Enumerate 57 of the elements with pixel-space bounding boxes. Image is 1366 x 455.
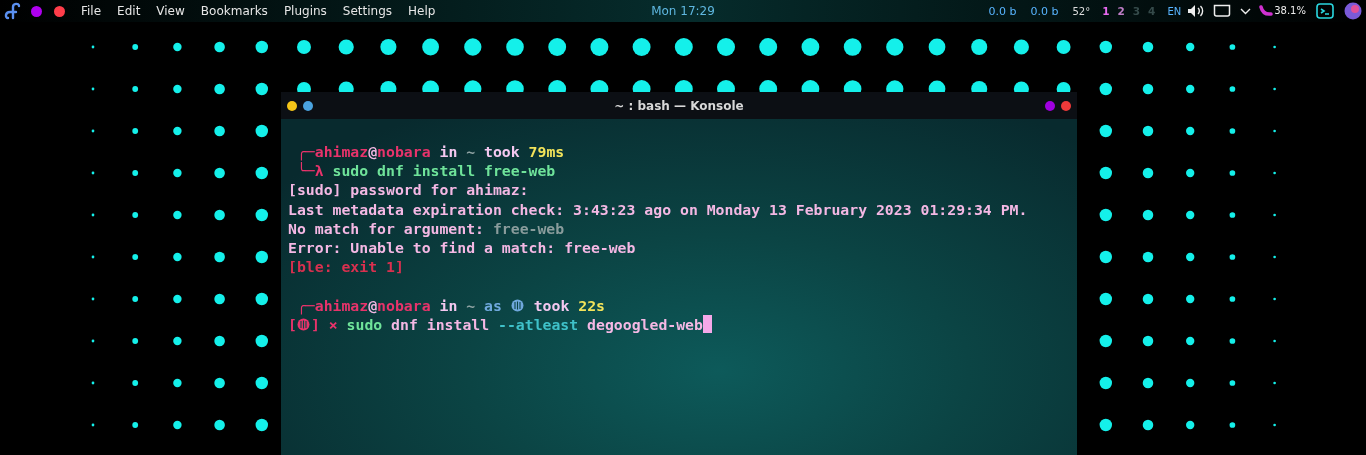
app-logo-icon[interactable] — [4, 2, 22, 20]
terminal-text: 79ms — [528, 142, 565, 162]
terminal-text: dnf install — [391, 314, 491, 334]
terminal-text: in — [438, 142, 459, 162]
menu-item[interactable]: View — [148, 4, 193, 18]
terminal-text: --atleast — [498, 314, 580, 334]
terminal-text: ~ — [466, 295, 476, 315]
terminal-text: Error: Unable to find a match: free-web — [288, 237, 636, 258]
keyboard-layout-button[interactable]: EN — [1167, 5, 1182, 17]
terminal-text: [sudo] password for ahimaz: — [288, 180, 529, 200]
avatar-icon[interactable] — [1344, 2, 1362, 20]
terminal-text: took — [532, 295, 571, 315]
battery-text: 38.1% — [1274, 5, 1306, 16]
terminal-text: Last metadata expiration check: 3:43:23 ago on Monday 13 February 2023 01:29:34 PM. — [288, 199, 1028, 219]
battery-arc-icon — [1259, 5, 1274, 17]
terminal-text: No match for argument: — [288, 218, 485, 238]
terminal-icon[interactable] — [1316, 2, 1334, 20]
network-download-text: 0.0 b — [988, 4, 1017, 18]
terminal-text: nobara — [377, 142, 431, 162]
minimize-icon[interactable] — [287, 100, 297, 111]
terminal-text: ~ — [466, 142, 476, 162]
terminal-text: took — [483, 142, 521, 162]
terminal-text: sudo — [346, 315, 384, 334]
terminal-text: as — [483, 295, 503, 315]
maximize-icon[interactable] — [303, 100, 313, 111]
menu-item[interactable]: Help — [400, 4, 444, 18]
network-upload-text: 0.0 b — [1030, 4, 1059, 18]
terminal-text: free-web — [492, 218, 565, 238]
terminal-text: [ble: exit 1] — [288, 257, 404, 277]
terminal-text: ] × — [310, 315, 339, 334]
menu-item[interactable]: Plugins — [275, 4, 335, 18]
terminal-text: ╭─ahimaz — [295, 295, 369, 315]
monitor-icon[interactable] — [1213, 4, 1232, 18]
terminal-text: in — [438, 295, 459, 315]
menu-item[interactable]: Edit — [109, 4, 149, 18]
terminal-text: nobara — [377, 295, 431, 315]
terminal-text: @ — [368, 142, 378, 160]
app-indicator-icon[interactable] — [31, 5, 42, 17]
chevron-down-icon[interactable] — [1240, 7, 1252, 15]
menu-item[interactable]: Bookmarks — [192, 4, 276, 18]
close-icon[interactable] — [1061, 100, 1071, 111]
terminal-text: 22s — [578, 295, 605, 315]
menu-item[interactable]: File — [73, 4, 110, 18]
clock[interactable]: Mon 17:29 — [651, 4, 715, 18]
workspace-button[interactable]: 1 — [1102, 5, 1110, 17]
window-title: ~ : bash — Konsole — [614, 98, 744, 113]
terminal-text: ╰─λ — [295, 161, 325, 181]
speaker-icon[interactable] — [1187, 4, 1206, 18]
temperature-text: 52° — [1072, 5, 1091, 17]
terminal-text: sudo dnf install free-web — [332, 161, 556, 181]
terminal-text: @ — [368, 295, 378, 314]
terminal-text: degoogled-web — [587, 314, 703, 334]
terminal-text: [ — [288, 314, 297, 334]
menu-item[interactable]: Settings — [334, 4, 401, 18]
workspace-button[interactable]: 2 — [1117, 5, 1125, 17]
terminal-text: ╭─ahimaz — [295, 142, 369, 162]
app-indicator-icon[interactable] — [54, 5, 65, 17]
